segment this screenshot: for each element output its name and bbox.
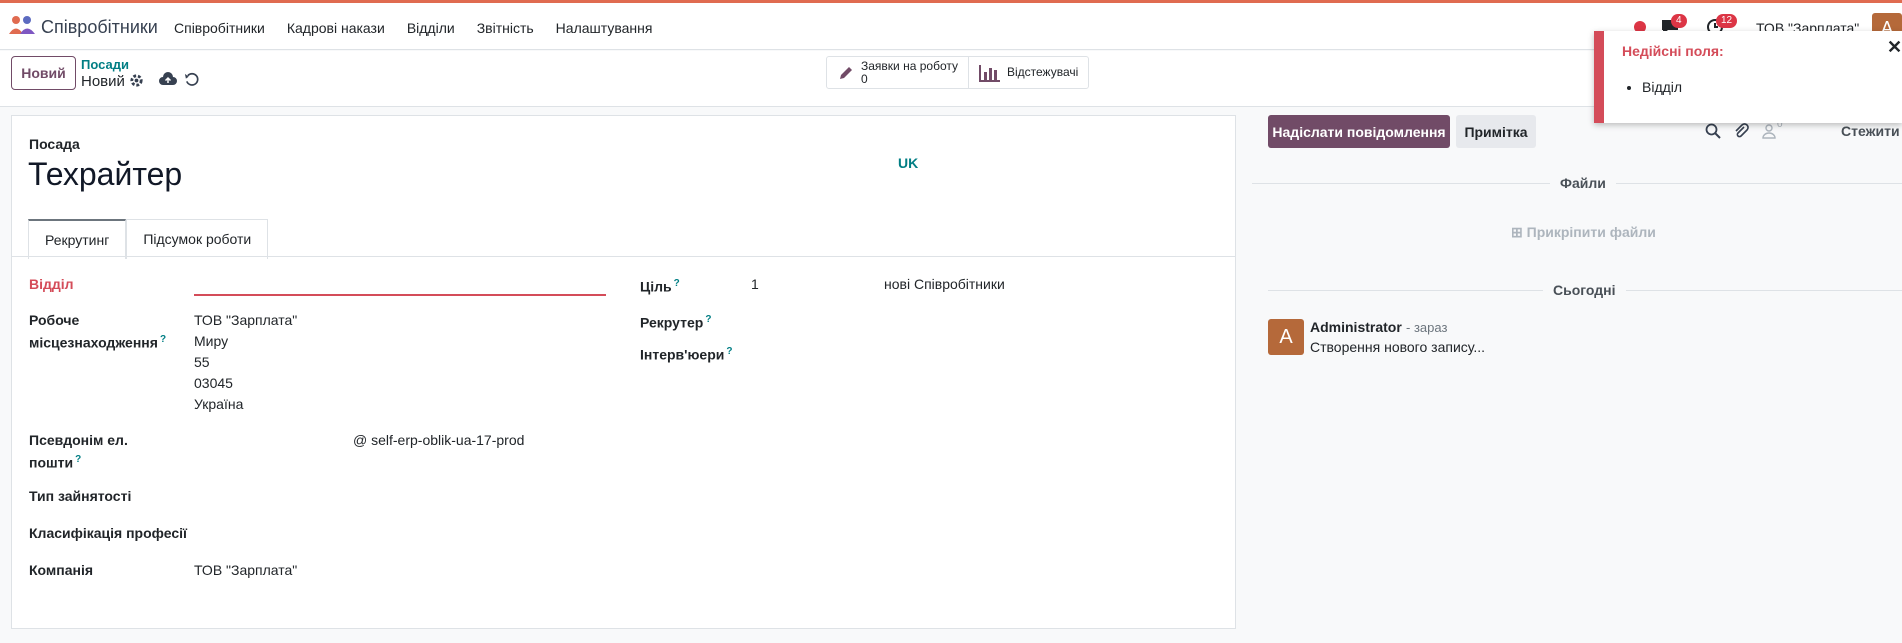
company-value[interactable]: ТОВ "Зарплата": [194, 560, 297, 581]
address-line: 03045: [194, 375, 233, 391]
language-toggle[interactable]: UK: [898, 155, 918, 171]
log-note-button[interactable]: Примітка: [1456, 115, 1536, 148]
plus-square-icon: ⊞: [1511, 224, 1523, 240]
help-tooltip-icon[interactable]: ?: [726, 346, 732, 357]
invalid-field-item: Відділ: [1642, 79, 1682, 95]
message-author[interactable]: Administrator: [1310, 319, 1402, 335]
applications-label: Заявки на роботу: [861, 58, 958, 73]
cloud-save-icon[interactable]: [159, 72, 177, 87]
app-logo-icon[interactable]: [8, 14, 36, 36]
department-input[interactable]: [194, 294, 606, 296]
address-line: 55: [194, 354, 210, 370]
applications-smart-button[interactable]: Заявки на роботу 0: [827, 57, 969, 88]
target-label-text: Ціль: [640, 278, 672, 295]
employment-type-label: Тип зайнятості: [29, 488, 132, 504]
today-section-label: Сьогодні: [1543, 282, 1626, 298]
email-alias-label: Псевдонім ел. пошти?: [29, 430, 128, 473]
company-label: Компанія: [29, 562, 94, 578]
pencil-icon: [840, 66, 852, 79]
tab-job-summary[interactable]: Підсумок роботи: [126, 219, 269, 259]
work-location-value[interactable]: ТОВ "Зарплата" Миру 55 03045 Україна: [194, 310, 297, 415]
profession-classification-label: Класифікація професії: [29, 525, 187, 541]
department-label: Відділ: [29, 276, 74, 292]
recruiter-label: Рекрутер?: [640, 310, 711, 333]
tab-recruitment[interactable]: Рекрутинг: [28, 219, 127, 259]
main-menu: Співробітники Кадрові накази Відділи Зві…: [174, 20, 674, 36]
target-input[interactable]: 1: [751, 274, 759, 295]
form-tabs: Рекрутинг Підсумок роботи: [28, 219, 269, 259]
recruiter-label-text: Рекрутер: [640, 314, 704, 331]
help-tooltip-icon[interactable]: ?: [705, 314, 711, 325]
app-name[interactable]: Співробітники: [41, 17, 158, 38]
invalid-fields-notification: Недійсні поля: ✕ Відділ: [1594, 31, 1902, 123]
message-timestamp: - зараз: [1406, 320, 1448, 335]
chatter-panel: Надіслати повідомлення Примітка 0 Стежит…: [1236, 107, 1902, 643]
close-icon[interactable]: ✕: [1887, 37, 1902, 58]
new-button[interactable]: Новий: [11, 56, 76, 90]
chat-count-badge: 4: [1671, 14, 1687, 28]
discard-undo-icon[interactable]: [184, 72, 199, 87]
notification-title: Недійсні поля:: [1622, 43, 1724, 59]
target-suffix: нові Співробітники: [884, 276, 1005, 292]
breadcrumb-parent[interactable]: Посади: [81, 57, 129, 72]
gear-icon[interactable]: [129, 73, 144, 88]
email-alias-label-line2: пошти: [29, 454, 74, 471]
message-body: Створення нового запису...: [1310, 339, 1486, 355]
paperclip-icon[interactable]: [1733, 123, 1749, 139]
invalid-fields-list: Відділ: [1642, 79, 1682, 95]
files-section-label: Файли: [1550, 175, 1616, 191]
message-author-avatar[interactable]: A: [1268, 319, 1304, 355]
help-tooltip-icon[interactable]: ?: [160, 334, 166, 345]
search-icon[interactable]: [1705, 123, 1721, 139]
form-sheet: Посада Техрайтер UK Рекрутинг Підсумок р…: [11, 115, 1236, 629]
activity-count-badge: 12: [1716, 14, 1738, 28]
attach-files-label: Прикріпити файли: [1526, 224, 1656, 240]
follow-button[interactable]: Стежити: [1841, 123, 1900, 139]
help-tooltip-icon[interactable]: ?: [75, 454, 81, 465]
address-line: ТОВ "Зарплата": [194, 312, 298, 328]
trackers-smart-button[interactable]: Відстежувачі: [969, 57, 1088, 88]
applications-count: 0: [861, 71, 868, 86]
trackers-label: Відстежувачі: [1006, 65, 1079, 79]
menu-item-settings[interactable]: Налаштування: [556, 20, 653, 36]
interviewers-label: Інтерв'юери?: [640, 342, 733, 365]
tab-divider: [12, 256, 1235, 257]
position-label: Посада: [29, 136, 80, 152]
menu-item-departments[interactable]: Відділи: [407, 20, 455, 36]
email-alias-domain: @ self-erp-oblik-ua-17-prod: [353, 432, 525, 448]
menu-item-hr-orders[interactable]: Кадрові накази: [287, 20, 385, 36]
menu-item-reporting[interactable]: Звітність: [477, 20, 534, 36]
target-label: Ціль?: [640, 274, 680, 297]
work-location-label-line1: Робоче: [29, 312, 80, 328]
job-title-input[interactable]: Техрайтер: [28, 156, 182, 193]
attach-files-button[interactable]: ⊞ Прикріпити файли: [1511, 224, 1656, 241]
address-line: Україна: [194, 396, 244, 412]
email-alias-label-line1: Псевдонім ел.: [29, 432, 128, 448]
work-location-label-line2: місцезнаходження: [29, 334, 158, 351]
menu-item-employees[interactable]: Співробітники: [174, 20, 265, 36]
address-line: Миру: [194, 333, 229, 349]
breadcrumb-current: Новий: [81, 73, 125, 90]
bar-chart-icon: [978, 64, 1000, 82]
interviewers-label-text: Інтерв'юери: [640, 346, 725, 363]
send-message-button[interactable]: Надіслати повідомлення: [1268, 115, 1450, 148]
followers-icon[interactable]: [1761, 123, 1777, 139]
smart-buttons: Заявки на роботу 0 Відстежувачі: [826, 56, 1090, 89]
work-location-label: Робоче місцезнаходження?: [29, 310, 166, 353]
help-tooltip-icon[interactable]: ?: [674, 278, 680, 289]
